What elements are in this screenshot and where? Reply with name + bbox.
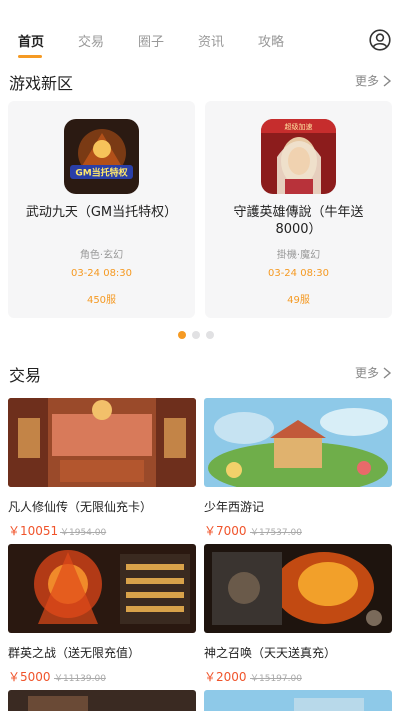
game-icon-shouhu: 超级加速	[261, 119, 336, 194]
trade-item-title: 少年西游记	[204, 500, 265, 514]
trade-price: ￥5000	[8, 670, 51, 684]
game-name: 守護英雄傳說（牛年送8000）	[233, 205, 364, 237]
trade-more-link[interactable]: 更多	[355, 364, 392, 381]
new-games-carousel[interactable]: GM当托特权 武动九天（GM当托特权） 角色·玄幻 03-24 08:30 45…	[8, 101, 392, 318]
pager-dot[interactable]	[192, 331, 200, 339]
user-circle-icon[interactable]	[369, 29, 391, 51]
new-games-title: 游戏新区	[9, 74, 74, 93]
game-card[interactable]: 超级加速 守護英雄傳說（牛年送8000） 掛機·魔幻 03-24 08:30 4…	[205, 101, 392, 318]
server-count: 49服	[287, 295, 310, 306]
trade-thumbnail	[204, 544, 392, 633]
more-label: 更多	[354, 366, 379, 380]
trade-price: ￥7000	[204, 524, 247, 538]
tab-circle[interactable]: 圈子	[138, 31, 164, 50]
game-tags: 角色·玄幻	[79, 250, 124, 261]
trade-original-price: ￥17537.00	[250, 528, 302, 538]
trade-thumbnail	[204, 398, 392, 487]
game-name: 武动九天（GM当托特权）	[25, 205, 178, 220]
trade-thumbnail	[8, 544, 196, 633]
pager-dot-active[interactable]	[178, 331, 186, 339]
tab-guide[interactable]: 攻略	[258, 31, 284, 50]
trade-thumbnail-partial[interactable]	[204, 690, 392, 711]
server-count: 450服	[86, 295, 117, 306]
trade-thumbnail-partial[interactable]	[8, 690, 196, 711]
trade-price: ￥2000	[204, 670, 247, 684]
open-time: 03-24 08:30	[267, 268, 330, 279]
tab-trade[interactable]: 交易	[78, 31, 104, 50]
tab-home[interactable]: 首页	[18, 31, 44, 50]
more-label: 更多	[354, 74, 379, 88]
new-games-more-link[interactable]: 更多	[355, 72, 392, 89]
carousel-pager	[178, 331, 214, 339]
game-card[interactable]: GM当托特权 武动九天（GM当托特权） 角色·玄幻 03-24 08:30 45…	[8, 101, 195, 318]
top-nav: 首页 交易 圈子 资讯 攻略	[0, 0, 400, 62]
active-tab-indicator	[18, 55, 42, 58]
open-time: 03-24 08:30	[70, 268, 133, 279]
trade-original-price: ￥11139.00	[54, 674, 106, 684]
pager-dot[interactable]	[206, 331, 214, 339]
trade-title: 交易	[9, 366, 42, 385]
trade-item-title: 神之召唤（天天送真充）	[204, 646, 337, 660]
trade-price: ￥10051	[8, 524, 59, 538]
trade-item-title: 群英之战（送无限充值）	[8, 646, 141, 660]
trade-item-title: 凡人修仙传（无限仙充卡）	[8, 500, 153, 514]
svg-text:GM当托特权: GM当托特权	[75, 167, 128, 179]
svg-text:超级加速: 超级加速	[285, 122, 313, 131]
game-icon-wudong: GM当托特权	[64, 119, 139, 194]
trade-thumbnail	[8, 398, 196, 487]
game-tags: 掛機·魔幻	[276, 250, 321, 261]
chevron-right-icon	[383, 74, 392, 87]
tab-news[interactable]: 资讯	[198, 31, 224, 50]
trade-original-price: ￥1954.00	[60, 528, 107, 538]
trade-original-price: ￥15197.00	[250, 674, 302, 684]
chevron-right-icon	[383, 366, 392, 379]
